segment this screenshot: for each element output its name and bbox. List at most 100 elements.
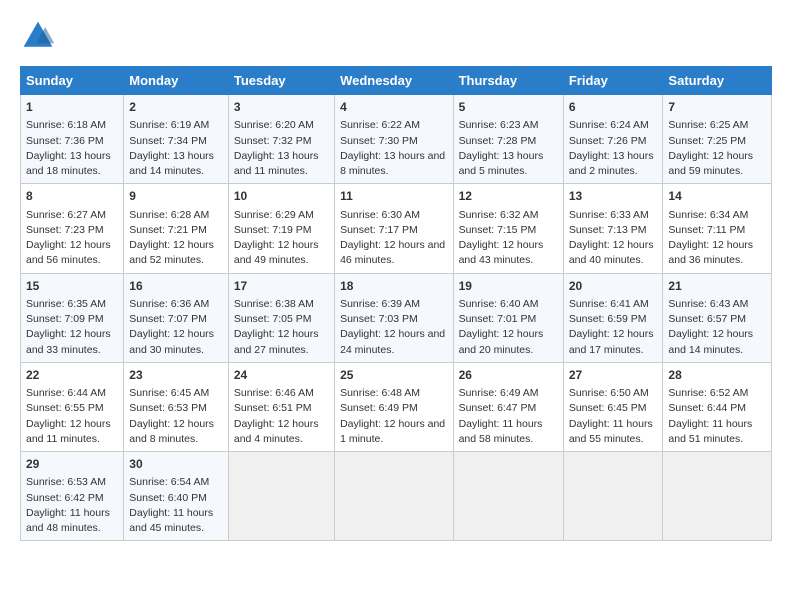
day-number: 7 [668, 99, 766, 116]
day-info: Daylight: 12 hours and 36 minutes. [668, 238, 766, 268]
day-number: 22 [26, 367, 118, 384]
day-info: Daylight: 11 hours and 51 minutes. [668, 417, 766, 447]
day-header-monday: Monday [124, 67, 229, 95]
calendar-cell: 12Sunrise: 6:32 AMSunset: 7:15 PMDayligh… [453, 184, 563, 273]
day-number: 6 [569, 99, 658, 116]
day-info: Daylight: 13 hours and 2 minutes. [569, 149, 658, 179]
day-info: Daylight: 13 hours and 8 minutes. [340, 149, 447, 179]
calendar-cell: 2 Sunrise: 6:19 AMSunset: 7:34 PMDaylight… [124, 95, 229, 184]
day-info: Daylight: 12 hours and 17 minutes. [569, 327, 658, 357]
day-number: 20 [569, 278, 658, 295]
day-info: Daylight: 12 hours and 56 minutes. [26, 238, 118, 268]
day-info: Daylight: 13 hours and 14 minutes. [129, 149, 223, 179]
day-number: 21 [668, 278, 766, 295]
day-info: Sunset: 7:28 PM [459, 134, 558, 149]
calendar-cell: 23Sunrise: 6:45 AMSunset: 6:53 PMDayligh… [124, 362, 229, 451]
day-info: Sunrise: 6:53 AM [26, 475, 118, 490]
day-info: Sunset: 7:21 PM [129, 223, 223, 238]
day-info: Sunrise: 6:19 AM [129, 118, 223, 133]
day-info: Sunset: 6:40 PM [129, 491, 223, 506]
calendar-cell: 15Sunrise: 6:35 AMSunset: 7:09 PMDayligh… [21, 273, 124, 362]
day-info: Daylight: 12 hours and 49 minutes. [234, 238, 329, 268]
day-info: Sunrise: 6:40 AM [459, 297, 558, 312]
calendar-cell: 30 Sunrise: 6:54 AMSunset: 6:40 PMDayligh… [124, 452, 229, 541]
day-number: 28 [668, 367, 766, 384]
day-info: Sunrise: 6:20 AM [234, 118, 329, 133]
calendar-header-row: SundayMondayTuesdayWednesdayThursdayFrid… [21, 67, 772, 95]
day-info: Daylight: 13 hours and 11 minutes. [234, 149, 329, 179]
calendar-cell: 20 Sunrise: 6:41 AMSunset: 6:59 PMDayligh… [563, 273, 663, 362]
day-info: Sunrise: 6:30 AM [340, 208, 447, 223]
calendar-cell: 27Sunrise: 6:50 AMSunset: 6:45 PMDayligh… [563, 362, 663, 451]
day-info: Sunrise: 6:52 AM [668, 386, 766, 401]
calendar-cell: 9Sunrise: 6:28 AMSunset: 7:21 PMDaylight… [124, 184, 229, 273]
calendar-cell: 17Sunrise: 6:38 AMSunset: 7:05 PMDayligh… [228, 273, 334, 362]
day-number: 26 [459, 367, 558, 384]
day-number: 4 [340, 99, 447, 116]
day-info: Sunset: 6:44 PM [668, 401, 766, 416]
day-info: Sunset: 7:09 PM [26, 312, 118, 327]
calendar-cell: 22Sunrise: 6:44 AMSunset: 6:55 PMDayligh… [21, 362, 124, 451]
day-number: 12 [459, 188, 558, 205]
day-number: 30 [129, 456, 223, 473]
day-info: Sunrise: 6:32 AM [459, 208, 558, 223]
day-info: Daylight: 12 hours and 14 minutes. [668, 327, 766, 357]
day-info: Sunset: 7:32 PM [234, 134, 329, 149]
calendar-cell [453, 452, 563, 541]
day-info: Sunset: 7:17 PM [340, 223, 447, 238]
calendar-cell: 4Sunrise: 6:22 AMSunset: 7:30 PMDaylight… [335, 95, 453, 184]
day-number: 24 [234, 367, 329, 384]
calendar-cell: 5 Sunrise: 6:23 AMSunset: 7:28 PMDaylight… [453, 95, 563, 184]
day-info: Sunset: 7:34 PM [129, 134, 223, 149]
calendar-cell: 18Sunrise: 6:39 AMSunset: 7:03 PMDayligh… [335, 273, 453, 362]
week-row-3: 15Sunrise: 6:35 AMSunset: 7:09 PMDayligh… [21, 273, 772, 362]
logo [20, 18, 62, 54]
calendar-cell: 29Sunrise: 6:53 AMSunset: 6:42 PMDayligh… [21, 452, 124, 541]
day-info: Daylight: 13 hours and 5 minutes. [459, 149, 558, 179]
day-info: Daylight: 12 hours and 40 minutes. [569, 238, 658, 268]
day-info: Sunset: 6:45 PM [569, 401, 658, 416]
day-info: Sunset: 6:51 PM [234, 401, 329, 416]
calendar-cell: 19Sunrise: 6:40 AMSunset: 7:01 PMDayligh… [453, 273, 563, 362]
day-number: 13 [569, 188, 658, 205]
day-number: 5 [459, 99, 558, 116]
day-info: Sunrise: 6:41 AM [569, 297, 658, 312]
day-info: Sunrise: 6:43 AM [668, 297, 766, 312]
week-row-4: 22 Sunrise: 6:44 AMSunset: 6:55 PM Dayligh… [21, 362, 772, 451]
day-info: Sunrise: 6:34 AM [668, 208, 766, 223]
day-info: Sunset: 7:19 PM [234, 223, 329, 238]
day-info: Sunset: 7:30 PM [340, 134, 447, 149]
day-info: Daylight: 11 hours and 45 minutes. [129, 506, 223, 536]
day-info: Sunrise: 6:49 AM [459, 386, 558, 401]
calendar-cell: 13Sunrise: 6:33 AMSunset: 7:13 PMDayligh… [563, 184, 663, 273]
day-info: Sunset: 6:55 PM [26, 401, 118, 416]
day-header-wednesday: Wednesday [335, 67, 453, 95]
day-number: 9 [129, 188, 223, 205]
day-info: Daylight: 12 hours and 1 minute. [340, 417, 447, 447]
day-info: Sunset: 7:15 PM [459, 223, 558, 238]
calendar-table: SundayMondayTuesdayWednesdayThursdayFrid… [20, 66, 772, 541]
calendar-cell: 16Sunrise: 6:36 AMSunset: 7:07 PMDayligh… [124, 273, 229, 362]
day-info: Sunset: 6:59 PM [569, 312, 658, 327]
calendar-cell: 8Sunrise: 6:27 AMSunset: 7:23 PMDaylight… [21, 184, 124, 273]
day-info: Daylight: 12 hours and 8 minutes. [129, 417, 223, 447]
day-number: 27 [569, 367, 658, 384]
day-header-thursday: Thursday [453, 67, 563, 95]
day-number: 15 [26, 278, 118, 295]
day-info: Sunrise: 6:44 AM [26, 386, 118, 401]
day-info: Sunset: 6:49 PM [340, 401, 447, 416]
calendar-cell: 25Sunrise: 6:48 AMSunset: 6:49 PMDayligh… [335, 362, 453, 451]
day-info: Daylight: 12 hours and 46 minutes. [340, 238, 447, 268]
day-info: Sunrise: 6:54 AM [129, 475, 223, 490]
day-info: Sunset: 6:53 PM [129, 401, 223, 416]
day-info: Sunrise: 6:46 AM [234, 386, 329, 401]
day-info: Sunrise: 6:23 AM [459, 118, 558, 133]
day-info: Daylight: 12 hours and 30 minutes. [129, 327, 223, 357]
day-info: Sunrise: 6:27 AM [26, 208, 118, 223]
day-number: 2 [129, 99, 223, 116]
week-row-2: 8Sunrise: 6:27 AMSunset: 7:23 PMDaylight… [21, 184, 772, 273]
day-header-saturday: Saturday [663, 67, 772, 95]
day-info: Daylight: 11 hours and 55 minutes. [569, 417, 658, 447]
day-info: Daylight: 12 hours and 4 minutes. [234, 417, 329, 447]
calendar-cell [663, 452, 772, 541]
